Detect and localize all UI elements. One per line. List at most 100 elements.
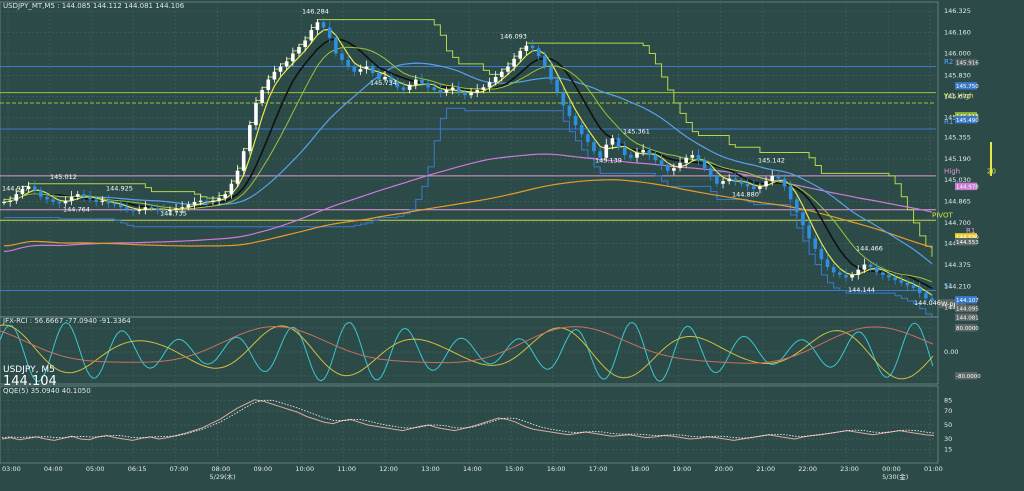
candle-body	[838, 272, 842, 275]
qqe-tick-label: 15	[944, 446, 952, 454]
candle-body	[57, 201, 62, 204]
trading-chart: R2W1 HighR1HighPIVOTR1S1W-pp20W-pp 146.2…	[0, 0, 1024, 491]
candle-body	[88, 196, 92, 200]
candle-body	[278, 66, 283, 72]
candle-body	[917, 287, 922, 294]
candle-body	[641, 149, 645, 153]
candle-body	[438, 89, 443, 93]
candle-body	[567, 105, 572, 117]
candle-body	[794, 199, 799, 213]
candle-body	[254, 102, 258, 126]
y-axis-ticks: 146.325146.160146.000145.830145.670145.5…	[944, 7, 971, 311]
price-label: 146.093	[500, 32, 527, 40]
candle-body	[801, 212, 805, 226]
candle-body	[770, 175, 775, 182]
candle-body	[696, 155, 701, 161]
candle-body	[856, 269, 861, 275]
candle-body	[911, 285, 916, 288]
candle-body	[364, 66, 369, 70]
candle-body	[702, 160, 707, 169]
candle-body	[407, 84, 412, 90]
ohlc-header: USDJPY_MT,M5 : 144.085 144.112 144.081 1…	[3, 2, 185, 10]
candle-body	[106, 200, 111, 204]
candle-body	[678, 162, 682, 169]
candle-body	[266, 79, 271, 90]
candle-body	[118, 204, 123, 208]
candle-body	[721, 181, 725, 184]
x-tick-label: 05:00	[86, 465, 105, 473]
candle-body	[94, 199, 98, 202]
candle-body	[561, 92, 566, 106]
price-box-label: 144.081	[956, 315, 979, 321]
x-tick-label: 03:00	[2, 465, 21, 473]
candle-body	[340, 53, 344, 61]
candle-body	[887, 274, 891, 278]
candle-body	[358, 69, 363, 72]
candle-body	[211, 200, 215, 202]
candle-body	[82, 194, 86, 197]
candle-body	[635, 152, 639, 158]
candle-body	[413, 79, 418, 85]
candle-body	[346, 60, 350, 67]
candle-body	[573, 116, 578, 126]
candle-body	[684, 157, 688, 163]
y-tick-label: 146.325	[944, 7, 971, 15]
candle-body	[506, 66, 510, 72]
candle-body	[8, 200, 12, 202]
x-tick-label: 07:00	[170, 465, 189, 473]
x-tick-label: 21:00	[756, 465, 775, 473]
candle-body	[543, 56, 547, 67]
candle-body	[924, 293, 928, 299]
price-label: 144.046	[914, 299, 941, 307]
x-tick-label: 16:00	[547, 465, 566, 473]
price-label: 144.144	[848, 286, 875, 294]
candle-body	[788, 186, 793, 200]
candle-body	[530, 45, 535, 49]
price-label: 145.734	[370, 79, 397, 87]
candle-body	[745, 183, 750, 187]
candle-body	[831, 267, 836, 273]
candle-body	[549, 66, 553, 80]
candle-body	[758, 186, 762, 189]
price-box-label: 145.916	[956, 61, 979, 67]
x-tick-label: 23:00	[840, 465, 859, 473]
candle-body	[481, 87, 486, 90]
rci-label: JFX-RCI : 56.6667 -77.0940 -91.3364	[2, 317, 131, 325]
rci-box-label: 80.0000	[956, 326, 979, 332]
candle-body	[198, 200, 203, 202]
price-box-label: 144.107	[956, 298, 979, 304]
qqe-tick-label: 70	[944, 407, 952, 415]
y-tick-label: 144.865	[944, 197, 971, 205]
candle-body	[536, 48, 541, 57]
price-label: 146.284	[302, 8, 329, 16]
price-label: 144.764	[63, 205, 90, 213]
candle-body	[2, 201, 6, 203]
candle-body	[45, 196, 49, 200]
date-label: 5/29(木)	[210, 472, 236, 481]
candle-body	[149, 207, 154, 209]
pivot-label: R2	[944, 58, 953, 66]
candle-body	[715, 175, 719, 184]
candle-body	[284, 61, 289, 67]
candle-body	[899, 280, 904, 283]
x-tick-label: 20:00	[714, 465, 733, 473]
candle-body	[39, 190, 43, 197]
candle-body	[751, 186, 756, 189]
x-tick-label: 08:00	[212, 465, 231, 473]
candle-body	[776, 175, 781, 179]
x-tick-label: 18:00	[631, 465, 650, 473]
candle-body	[610, 138, 615, 145]
candle-body	[63, 200, 68, 204]
x-tick-label: 17:00	[589, 465, 608, 473]
price-label: 144.735	[160, 209, 187, 217]
pivot-label: High	[944, 167, 960, 175]
candle-body	[217, 198, 221, 201]
x-tick-label: 06:15	[128, 465, 147, 473]
candle-body	[260, 89, 264, 103]
candle-body	[500, 71, 504, 77]
x-tick-label: 15:00	[505, 465, 524, 473]
y-tick-label: 145.355	[944, 134, 971, 142]
price-box-label: 145.490	[956, 118, 979, 124]
candle-body	[874, 267, 879, 273]
candle-body	[32, 186, 37, 191]
